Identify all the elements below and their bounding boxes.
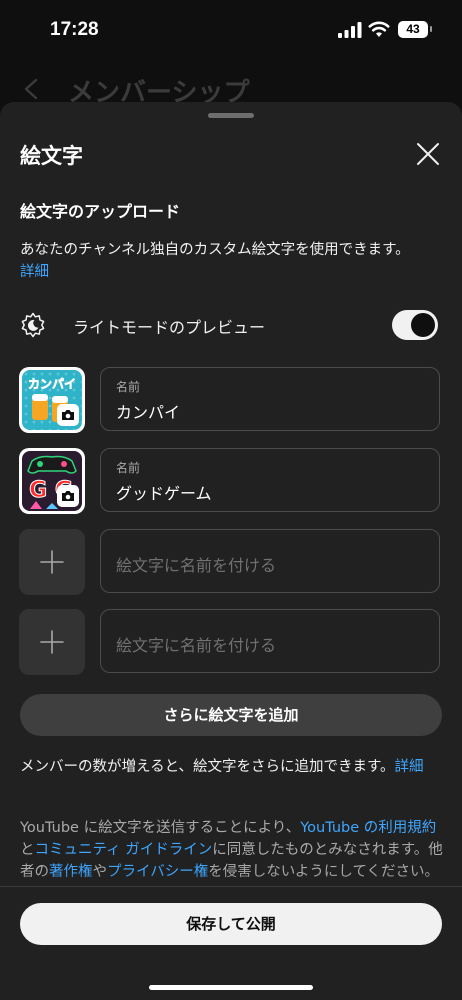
field-value: グッドゲーム (116, 484, 212, 503)
emoji-name-field-1[interactable]: 名前 カンパイ (100, 367, 440, 431)
add-emoji-image-button[interactable] (19, 529, 85, 595)
emoji-name-input-3[interactable]: 絵文字に名前を付ける (100, 529, 440, 593)
field-label: 名前 (116, 461, 141, 475)
toggle-knob (411, 313, 435, 337)
close-icon[interactable] (414, 140, 442, 168)
battery-icon: 43 (398, 21, 432, 38)
status-bar: 17:28 43 (0, 0, 462, 60)
field-label: 名前 (116, 380, 141, 394)
light-mode-preview-label: ライトモードのプレビュー (73, 318, 266, 337)
community-guidelines-link[interactable]: コミュニティ ガイドライン (35, 842, 213, 858)
field-placeholder: 絵文字に名前を付ける (116, 556, 277, 575)
emoji-name-field-2[interactable]: 名前 グッドゲーム (100, 448, 440, 512)
field-value: カンパイ (116, 403, 181, 422)
bottom-divider (0, 886, 462, 887)
plus-icon (40, 630, 64, 654)
details-link[interactable]: 詳細 (20, 264, 49, 280)
emoji-thumbnail-good-game[interactable]: G G (19, 448, 85, 514)
description-text: あなたのチャンネル独自のカスタム絵文字を使用できます。 (20, 242, 410, 258)
light-mode-preview-row: ライトモードのプレビュー (20, 310, 442, 342)
sheet-title: 絵文字 (20, 144, 83, 168)
legal-text-1: YouTube に絵文字を送信することにより、 (20, 820, 301, 836)
member-note: メンバーの数が増えると、絵文字をさらに追加できます。詳細 (20, 756, 444, 778)
wifi-icon (368, 21, 390, 37)
status-time: 17:28 (50, 19, 99, 40)
note-details-link[interactable]: 詳細 (395, 759, 424, 775)
plus-icon (40, 550, 64, 574)
member-note-text: メンバーの数が増えると、絵文字をさらに追加できます。 (20, 759, 395, 775)
light-mode-preview-toggle[interactable] (392, 310, 438, 340)
add-more-emoji-button[interactable]: さらに絵文字を追加 (20, 694, 442, 736)
camera-icon (57, 404, 79, 426)
legal-text-2: と (20, 842, 35, 858)
upload-section-title: 絵文字のアップロード (20, 202, 181, 221)
emoji-thumbnail-kanpai[interactable]: カンパイ (19, 367, 85, 433)
light-mode-icon (21, 312, 45, 338)
save-and-publish-button[interactable]: 保存して公開 (20, 903, 442, 945)
back-arrow-icon[interactable] (22, 78, 40, 100)
kanpai-image-text: カンパイ (28, 377, 76, 391)
home-indicator[interactable] (149, 985, 313, 990)
emoji-name-input-4[interactable]: 絵文字に名前を付ける (100, 609, 440, 673)
sheet-grabber[interactable] (208, 113, 254, 118)
terms-of-service-link[interactable]: YouTube の利用規約 (300, 820, 436, 836)
cellular-signal-icon (338, 22, 362, 38)
scroll-fade (0, 872, 462, 896)
field-placeholder: 絵文字に名前を付ける (116, 636, 277, 655)
add-emoji-image-button[interactable] (19, 609, 85, 675)
upload-description: あなたのチャンネル独自のカスタム絵文字を使用できます。 詳細 (20, 239, 445, 283)
camera-icon (57, 485, 79, 507)
